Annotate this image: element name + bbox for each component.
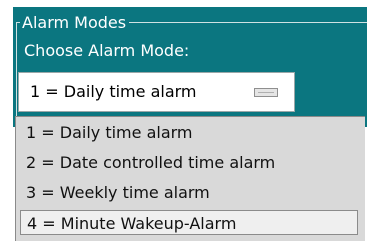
alarm-mode-dropdown-list[interactable]: 1 = Daily time alarm 2 = Date controlled… (15, 116, 365, 241)
dropdown-handle-icon[interactable] (254, 88, 278, 97)
choose-alarm-mode-label: Choose Alarm Mode: (24, 41, 190, 60)
group-title: Alarm Modes (20, 13, 130, 33)
dropdown-option-date-controlled-time-alarm[interactable]: 2 = Date controlled time alarm (26, 148, 275, 178)
dropdown-option-daily-time-alarm[interactable]: 1 = Daily time alarm (26, 118, 193, 148)
dropdown-option-minute-wakeup-alarm[interactable]: 4 = Minute Wakeup-Alarm (20, 210, 358, 235)
alarm-modes-window: Alarm Modes Choose Alarm Mode: 1 = Daily… (0, 0, 367, 241)
alarm-mode-combobox[interactable]: 1 = Daily time alarm (18, 72, 295, 112)
combobox-selected-value: 1 = Daily time alarm (30, 82, 197, 101)
dropdown-option-weekly-time-alarm[interactable]: 3 = Weekly time alarm (26, 178, 210, 208)
